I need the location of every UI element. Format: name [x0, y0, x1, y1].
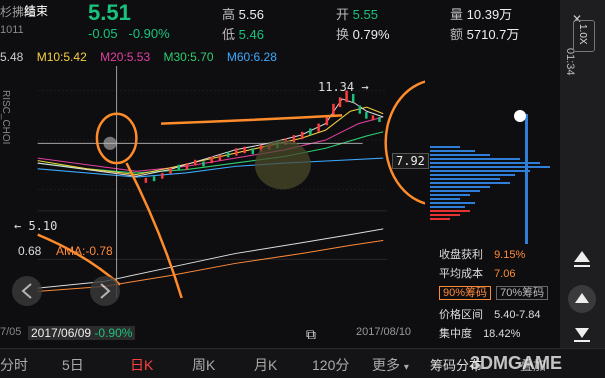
chip70-tab[interactable]: 70%筹码 [496, 286, 549, 300]
volume-value: 10.39万 [466, 7, 513, 22]
turnover-stat: 换 0.79% [336, 24, 390, 43]
tab-weekly-k[interactable]: 周K [192, 355, 215, 375]
range-value: 5.40-7.84 [494, 309, 541, 321]
concentration-label: 集中度 [439, 328, 472, 340]
ma20-value: M20:5.53 [100, 50, 151, 64]
tab-daily-k[interactable]: 日K [130, 355, 153, 375]
last-price: 5.51 [88, 0, 131, 25]
right-edge-date: 2017/08/10 [356, 326, 412, 338]
tab-intraday[interactable]: 分时 [0, 355, 28, 375]
chip-range-tabs: 90%筹码 70%筹码 [439, 284, 549, 300]
profit-row: 收盘获利 9.15% [439, 246, 525, 262]
chip-distribution-panel: 收盘获利 9.15% 平均成本 7.06 90%筹码 70%筹码 价格区间 5.… [425, 44, 570, 356]
crosshair-date-change: -0.90% [94, 326, 133, 340]
amount-value: 5710.7万 [466, 27, 520, 42]
status-tag: 结束 [24, 4, 49, 18]
range-row: 价格区间 5.40-7.84 [439, 306, 541, 322]
avg-cost-row: 平均成本 7.06 [439, 265, 515, 281]
price-change: -0.05 -0.90% [88, 26, 170, 41]
tab-5day[interactable]: 5日 [62, 355, 84, 375]
volume-stat: 量 10.39万 [450, 4, 512, 23]
ma30-value: M30:5.70 [163, 50, 214, 64]
crosshair-dot[interactable] [103, 136, 117, 150]
turnover-label: 换 [336, 27, 350, 42]
next-arrow-button[interactable] [90, 276, 120, 306]
zoom-button[interactable]: 1.0X [573, 20, 595, 52]
scroll-up-button[interactable] [568, 285, 596, 313]
annotation-circle-right [384, 80, 425, 205]
chevron-down-icon: ▾ [403, 362, 409, 373]
stock-code: 1011 [0, 24, 24, 36]
watermark-text: 3DMGAME [470, 353, 563, 373]
high-stat: 高 5.56 [222, 4, 264, 23]
volume-label: 量 [450, 7, 464, 22]
ma60-value: M60:6.28 [226, 50, 277, 64]
ma10-value: M10:5.42 [36, 50, 87, 64]
tab-120min[interactable]: 120分 [312, 355, 349, 375]
low-stat: 低 5.46 [222, 24, 264, 43]
crosshair-price: 7.92 [392, 153, 429, 169]
profit-label: 收盘获利 [439, 249, 483, 261]
profit-value: 9.15% [494, 249, 526, 261]
low-marker: ← 5.10 [14, 219, 58, 233]
indicator-value: 0.68 [18, 244, 42, 258]
low-label: 低 [222, 27, 236, 42]
open-stat: 开 5.55 [336, 4, 378, 23]
change-value: -0.05 [88, 26, 118, 41]
ma-legend: 5.48 M10:5.42 M20:5.53 M30:5.70 M60:6.28 [0, 50, 287, 66]
open-label: 开 [336, 7, 350, 22]
chip90-tab[interactable]: 90%筹码 [439, 286, 492, 300]
watermark-logo [254, 140, 311, 190]
quote-header: 杉拂隆 结束 1011 5.51 -0.05 -0.90% 高 5.56 低 5… [0, 0, 540, 44]
amount-stat: 额 5710.7万 [450, 24, 519, 43]
kline-chart[interactable] [0, 66, 425, 298]
collapse-bottom-icon[interactable] [568, 318, 596, 346]
zoom-label: 1.0X [577, 24, 588, 45]
ma10-line [37, 106, 384, 176]
left-edge-date: 7/05 [0, 326, 22, 338]
collapse-top-icon[interactable] [573, 248, 591, 270]
high-value: 5.56 [238, 7, 264, 22]
low-value: 5.46 [238, 27, 264, 42]
amount-label: 额 [450, 27, 464, 42]
avg-cost-value: 7.06 [494, 268, 516, 280]
chip-histogram [430, 110, 550, 244]
concentration-value: 18.42% [483, 328, 521, 340]
open-value: 5.55 [352, 7, 378, 22]
copy-icon[interactable]: ⧉ [306, 326, 316, 343]
crosshair-date-value: 2017/06/09 [31, 326, 92, 340]
tab-monthly-k[interactable]: 月K [254, 355, 277, 375]
axis-vertical-label: RISC_CHOI [0, 90, 11, 145]
ma5-value: 5.48 [0, 50, 24, 64]
tab-more[interactable]: 更多 ▾ [372, 355, 409, 375]
crosshair-date: 2017/06/09 -0.90% [28, 326, 136, 340]
ma30-line [37, 131, 384, 174]
ama-value: AMA:-0.78 [56, 244, 113, 258]
concentration-row: 集中度 18.42% [439, 325, 520, 341]
turnover-value: 0.79% [352, 27, 390, 42]
range-label: 价格区间 [439, 309, 483, 321]
tab-more-label: 更多 [372, 357, 400, 373]
period-tabs: 分时 5日 日K 周K 月K 120分 更多 ▾ 筹码分布 叠加 3DMGAME [0, 348, 605, 378]
chip-slider-handle[interactable] [514, 110, 526, 122]
change-percent: -0.90% [128, 26, 170, 41]
high-label: 高 [222, 7, 236, 22]
avg-cost-label: 平均成本 [439, 268, 483, 280]
annotation-line-top [161, 114, 343, 125]
high-marker: 11.34 → [318, 80, 369, 94]
prev-arrow-button[interactable] [12, 276, 42, 306]
